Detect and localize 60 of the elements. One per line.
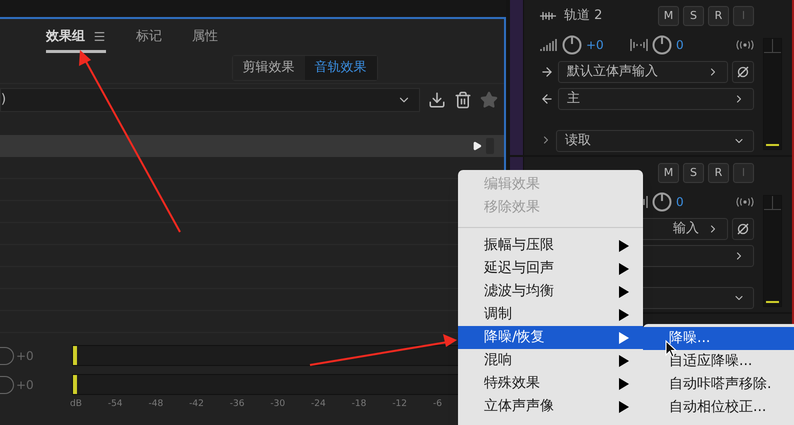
track-toggle[interactable]: S <box>683 163 704 183</box>
phase-invert-icon <box>737 66 749 78</box>
volume-value: +0 <box>586 37 605 54</box>
scale-label: -12 <box>392 399 408 409</box>
menu-item[interactable]: 延迟与回声 <box>458 257 643 280</box>
star-icon[interactable] <box>480 90 498 108</box>
input-select[interactable]: 默认立体声输入 <box>558 60 728 82</box>
phase-invert-button[interactable] <box>732 60 754 82</box>
menu-item[interactable]: 特殊效果 <box>458 372 643 395</box>
phase-invert-button[interactable] <box>732 218 754 240</box>
knob-icon[interactable] <box>652 35 672 55</box>
gain-value: +0 <box>15 376 35 394</box>
automation-select[interactable]: 读取 <box>556 130 754 152</box>
menu-item[interactable]: 自动咔嗒声移除. <box>643 373 794 396</box>
knob-icon[interactable] <box>652 192 672 212</box>
save-preset-icon[interactable] <box>428 90 446 108</box>
gain-value: +0 <box>15 348 35 364</box>
pan-icon <box>630 39 648 51</box>
scale-label: -42 <box>189 399 204 409</box>
scale-label: dB <box>70 399 82 409</box>
menu-item[interactable]: 自动相位校正... <box>643 396 794 419</box>
knob-icon[interactable] <box>0 376 14 394</box>
menu-item[interactable]: 降噪/恢复 <box>458 326 643 349</box>
knob-icon[interactable] <box>562 35 582 55</box>
scale-label: -48 <box>148 399 164 409</box>
rack-toggle[interactable]: 音轨效果 <box>304 56 376 80</box>
panel-tab[interactable]: 效果组 <box>46 23 106 53</box>
menu-item[interactable]: 降噪... <box>643 327 794 350</box>
track-toggle[interactable]: S <box>683 6 704 26</box>
waveform-icon <box>540 11 556 21</box>
scale-label: -36 <box>230 399 244 409</box>
menu-icon[interactable] <box>93 30 106 43</box>
track-toggle[interactable]: M <box>658 163 679 183</box>
panel-tab[interactable]: 标记 <box>136 23 162 53</box>
scale-label: -18 <box>352 399 366 409</box>
pan-value: 0 <box>676 37 684 54</box>
menu-item[interactable]: 立体声声像 <box>458 395 643 418</box>
scale-label: -24 <box>311 399 326 409</box>
phase-invert-icon <box>737 222 749 234</box>
broadcast-icon <box>736 40 754 50</box>
output-select[interactable]: 主 <box>558 88 754 110</box>
preset-select[interactable]: ) <box>0 88 420 112</box>
pan-value: 0 <box>676 194 684 211</box>
volume-icon <box>540 38 558 52</box>
knob-icon[interactable] <box>0 346 14 364</box>
scale-label: -6 <box>432 399 442 409</box>
track-name: 轨道 2 <box>564 7 602 26</box>
trash-icon[interactable] <box>454 90 472 108</box>
menu-item[interactable]: 滤波与均衡 <box>458 280 643 303</box>
output-arrow-icon <box>540 92 554 106</box>
broadcast-icon <box>736 197 754 207</box>
scale-label: -30 <box>270 399 286 409</box>
menu-item[interactable]: 混响 <box>458 349 643 372</box>
track-toggle[interactable]: M <box>658 6 679 26</box>
scale-label: -54 <box>108 399 123 409</box>
input-arrow-icon <box>540 64 554 78</box>
track-toggle[interactable]: R <box>708 6 729 26</box>
track-toggle[interactable]: R <box>708 163 729 183</box>
panel-tab[interactable]: 属性 <box>192 23 218 53</box>
play-icon[interactable] <box>472 141 482 151</box>
